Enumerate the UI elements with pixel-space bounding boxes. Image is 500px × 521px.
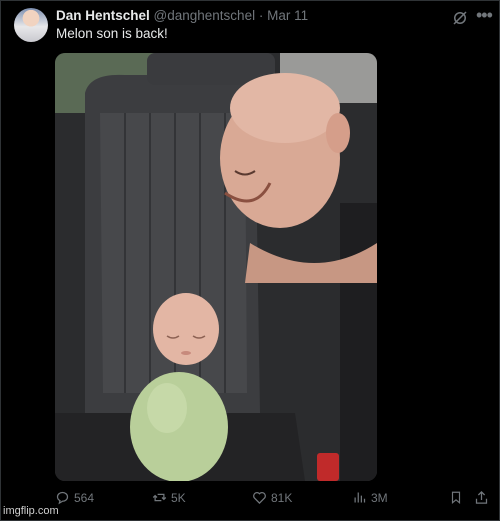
views-icon xyxy=(354,492,366,503)
reply-count: 564 xyxy=(74,490,95,505)
grok-icon[interactable] xyxy=(451,9,469,27)
like-count: 81K xyxy=(271,490,293,505)
views-button[interactable]: 3M xyxy=(352,490,388,505)
post-date[interactable]: Mar 11 xyxy=(267,8,308,23)
post-media-image[interactable] xyxy=(55,53,377,481)
reply-icon xyxy=(56,491,69,505)
watermark: imgflip.com xyxy=(3,505,59,517)
repost-count: 5K xyxy=(171,490,186,505)
share-icon[interactable] xyxy=(474,490,489,505)
like-button[interactable]: 81K xyxy=(252,490,292,505)
post-text: Melon son is back! xyxy=(56,26,168,41)
views-count: 3M xyxy=(371,490,388,505)
more-icon[interactable]: ••• xyxy=(476,5,493,26)
bookmark-icon[interactable] xyxy=(449,490,463,505)
repost-button[interactable]: 5K xyxy=(152,490,186,505)
action-bar: 564 5K 81K 3M xyxy=(0,490,500,512)
separator-dot: · xyxy=(258,8,264,23)
post-header: Dan Hentschel @danghentschel · Mar 11 xyxy=(56,8,308,24)
reply-button[interactable]: 564 xyxy=(55,490,94,505)
avatar[interactable] xyxy=(14,8,48,42)
author-handle[interactable]: @danghentschel xyxy=(154,8,256,23)
like-icon xyxy=(253,492,266,505)
repost-icon xyxy=(152,493,167,502)
author-name[interactable]: Dan Hentschel xyxy=(56,8,150,23)
